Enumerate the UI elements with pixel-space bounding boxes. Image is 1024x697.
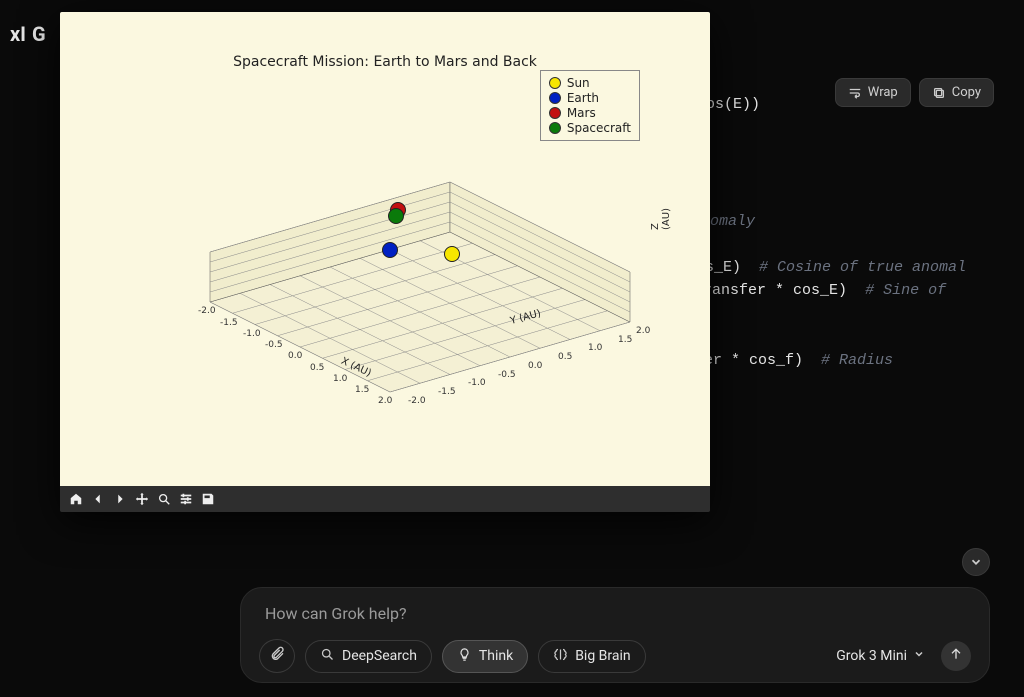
lightbulb-icon: [457, 647, 472, 666]
matplotlib-toolbar: [60, 486, 710, 512]
plot-3d-axes: X (AU) Y (AU) Z (AU) -2.0 -1.5 -1.0 -0.5…: [180, 142, 640, 402]
tick: -2.0: [408, 396, 426, 406]
copy-icon: [932, 86, 946, 100]
send-button[interactable]: [941, 641, 971, 671]
plot-title: Spacecraft Mission: Earth to Mars and Ba…: [60, 54, 710, 70]
chat-input[interactable]: How can Grok help?: [259, 602, 971, 633]
tick: -0.5: [498, 370, 516, 380]
input-actions-row: DeepSearch Think Big Brain Grok 3 Mini: [259, 639, 971, 673]
legend-dot-sun: [549, 77, 561, 89]
bigbrain-label: Big Brain: [575, 648, 630, 664]
tick: 0.5: [310, 363, 324, 373]
legend-dot-spacecraft: [549, 122, 561, 134]
chat-input-bar: How can Grok help? DeepSearch Think Big …: [240, 587, 990, 683]
model-label: Grok 3 Mini: [836, 648, 907, 664]
matplotlib-window: Spacecraft Mission: Earth to Mars and Ba…: [60, 12, 710, 512]
wrap-button[interactable]: Wrap: [835, 78, 911, 107]
tick: -0.5: [265, 340, 283, 350]
legend-dot-mars: [549, 107, 561, 119]
tick: 1.0: [588, 343, 602, 353]
tick: 0.0: [288, 351, 302, 361]
think-button[interactable]: Think: [442, 640, 528, 673]
attach-button[interactable]: [259, 639, 295, 673]
copy-label: Copy: [952, 85, 981, 100]
plot-canvas[interactable]: Spacecraft Mission: Earth to Mars and Ba…: [60, 12, 710, 486]
legend-label: Sun: [567, 76, 590, 90]
point-sun: [444, 246, 460, 262]
tick: 2.0: [378, 396, 392, 406]
tick: 0.5: [558, 352, 572, 362]
app-logo: xIG: [10, 22, 46, 46]
tick: -1.5: [220, 318, 238, 328]
copy-button[interactable]: Copy: [919, 78, 994, 107]
back-icon[interactable]: [88, 489, 108, 509]
zoom-icon[interactable]: [154, 489, 174, 509]
tick: 1.0: [333, 374, 347, 384]
legend-label: Earth: [567, 91, 599, 105]
tick: 0.0: [528, 361, 542, 371]
point-spacecraft: [388, 208, 404, 224]
legend-label: Mars: [567, 106, 596, 120]
model-selector[interactable]: Grok 3 Mini: [830, 644, 931, 668]
home-icon[interactable]: [66, 489, 86, 509]
tick: -1.5: [438, 387, 456, 397]
brain-icon: [553, 647, 568, 666]
zlabel: Z (AU): [650, 208, 672, 230]
legend-dot-earth: [549, 92, 561, 104]
wrap-label: Wrap: [868, 85, 898, 100]
forward-icon[interactable]: [110, 489, 130, 509]
arrow-up-icon: [948, 646, 964, 666]
tick: -1.0: [243, 329, 261, 339]
save-icon[interactable]: [198, 489, 218, 509]
tick: -1.0: [468, 378, 486, 388]
code-toolbar: Wrap Copy: [835, 78, 994, 107]
deepsearch-button[interactable]: DeepSearch: [305, 640, 432, 673]
think-label: Think: [479, 648, 513, 664]
bigbrain-button[interactable]: Big Brain: [538, 640, 645, 673]
legend-label: Spacecraft: [567, 121, 631, 135]
search-icon: [320, 647, 335, 666]
chevron-down-icon: [913, 648, 925, 664]
deepsearch-label: DeepSearch: [342, 648, 417, 664]
pan-icon[interactable]: [132, 489, 152, 509]
plot-legend: Sun Earth Mars Spacecraft: [540, 70, 640, 141]
configure-icon[interactable]: [176, 489, 196, 509]
paperclip-icon: [269, 646, 285, 666]
tick: 1.5: [355, 385, 369, 395]
tick: 1.5: [618, 335, 632, 345]
wrap-icon: [848, 86, 862, 100]
tick: -2.0: [198, 306, 216, 316]
point-earth: [382, 242, 398, 258]
tick: 2.0: [636, 326, 650, 336]
scroll-down-button[interactable]: [962, 548, 990, 576]
